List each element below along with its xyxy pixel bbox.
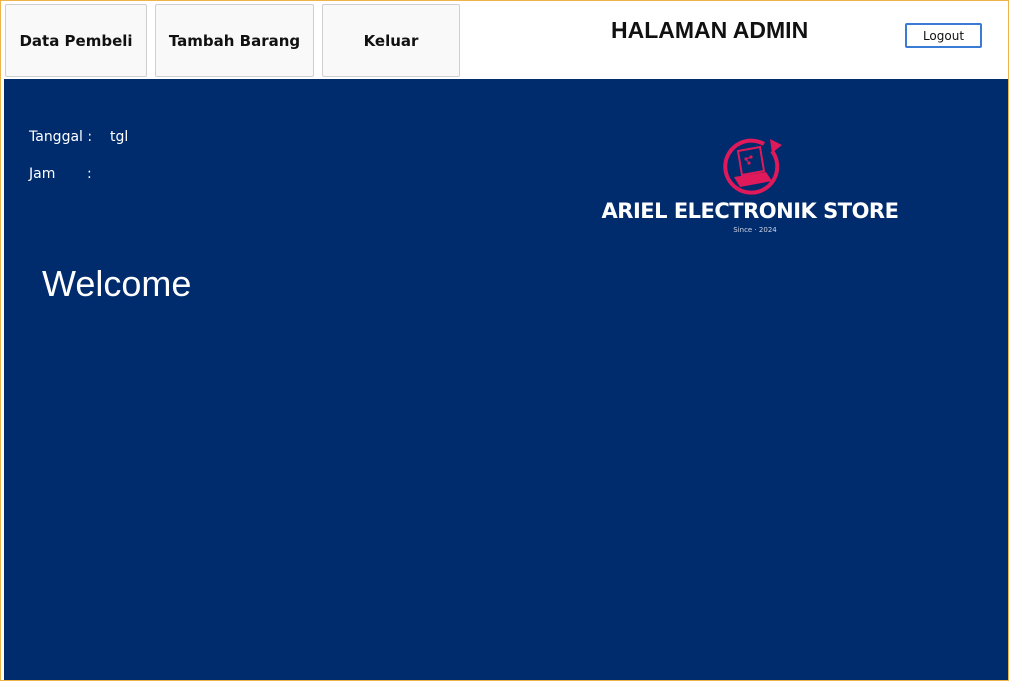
admin-window: Data Pembeli Tambah Barang Keluar HALAMA… (0, 0, 1009, 681)
welcome-heading: Welcome (42, 263, 192, 304)
jam-label: Jam (29, 166, 56, 182)
data-pembeli-button[interactable]: Data Pembeli (5, 4, 147, 77)
tambah-barang-button[interactable]: Tambah Barang (155, 4, 314, 77)
tanggal-value: tgl (110, 129, 129, 145)
tanggal-label: Tanggal : (29, 129, 93, 145)
page-title: HALAMAN ADMIN (611, 17, 809, 43)
logo-since-text: Since · 2024 (733, 226, 777, 234)
main-panel: Tanggal : tgl Jam : ARIEL ELECTRONIK STO… (4, 79, 1008, 680)
jam-colon: : (87, 166, 92, 182)
keluar-button[interactable]: Keluar (322, 4, 460, 77)
logo-store-name: ARIEL ELECTRONIK STORE (601, 199, 899, 223)
laptop-circle-icon (723, 138, 782, 195)
logout-button[interactable]: Logout (905, 23, 982, 48)
top-toolbar: Data Pembeli Tambah Barang Keluar HALAMA… (2, 2, 1007, 79)
store-logo: ARIEL ELECTRONIK STORE Since · 2024 (600, 137, 900, 247)
